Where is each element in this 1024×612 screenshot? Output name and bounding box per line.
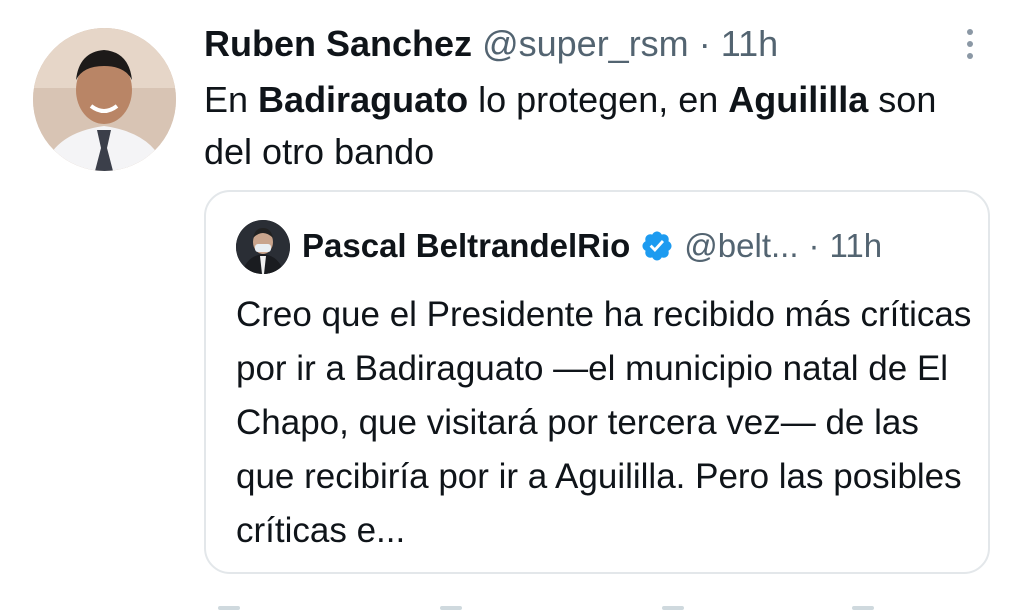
tweet-header: Ruben Sanchez @super_rsm · 11h [204, 22, 778, 66]
quoted-header-separator: · [808, 227, 820, 264]
tweet-text-bold-badiraguato: Badiraguato [258, 79, 469, 120]
verified-badge-icon [640, 229, 674, 263]
tweet-text-bold-aguililla: Aguililla [728, 79, 869, 120]
quoted-author-name: Pascal BeltrandelRio [302, 227, 631, 264]
like-icon[interactable] [662, 606, 684, 610]
action-bar-partial [204, 600, 994, 612]
retweet-icon[interactable] [440, 606, 462, 610]
tweet-container: Ruben Sanchez @super_rsm · 11h En Badira… [0, 0, 1024, 612]
more-vertical-icon[interactable] [955, 22, 985, 66]
quoted-tweet-timestamp: 11h [829, 227, 883, 264]
author-avatar[interactable] [33, 28, 176, 171]
header-separator: · [698, 23, 711, 64]
tweet-text: En Badiraguato lo protegen, en Aguililla… [204, 74, 994, 178]
tweet-text-part: lo protegen, en [468, 79, 729, 120]
quoted-author-handle: @belt... [684, 227, 799, 264]
quoted-tweet-header: Pascal BeltrandelRio @belt... · 11h [302, 224, 882, 268]
quoted-author-avatar [236, 220, 290, 274]
reply-icon[interactable] [218, 606, 240, 610]
quoted-tweet-card[interactable]: Pascal BeltrandelRio @belt... · 11h Creo… [204, 190, 990, 574]
author-handle[interactable]: @super_rsm [482, 23, 689, 64]
author-name[interactable]: Ruben Sanchez [204, 23, 472, 64]
tweet-text-part: En [204, 79, 259, 120]
tweet-timestamp[interactable]: 11h [721, 23, 778, 64]
quoted-tweet-text: Creo que el Presidente ha recibido más c… [236, 295, 972, 550]
share-icon[interactable] [852, 606, 874, 610]
